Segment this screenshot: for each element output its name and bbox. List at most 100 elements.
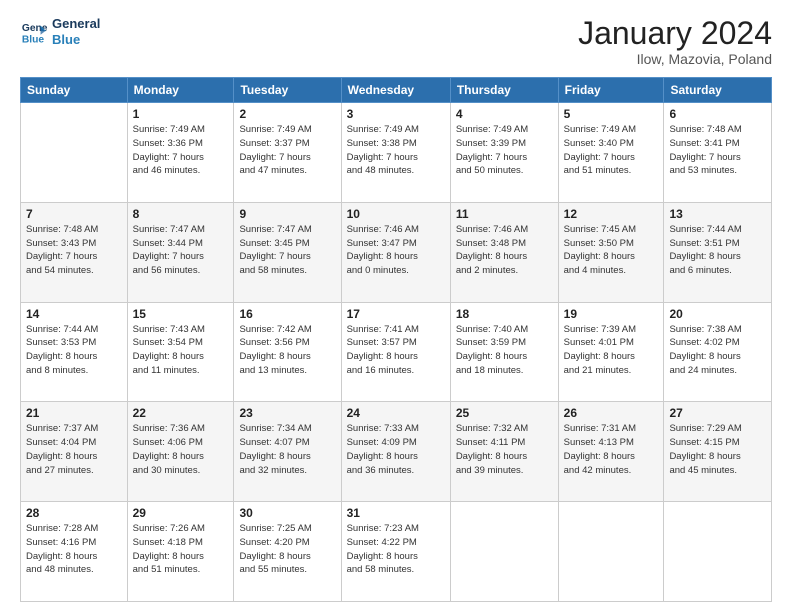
calendar-cell: 4 Sunrise: 7:49 AMSunset: 3:39 PMDaylight… <box>450 103 558 203</box>
day-number: 4 <box>456 107 553 121</box>
calendar-cell: 21Sunrise: 7:37 AMSunset: 4:04 PMDayligh… <box>21 402 128 502</box>
day-number: 15 <box>133 307 229 321</box>
calendar-week-row: 21Sunrise: 7:37 AMSunset: 4:04 PMDayligh… <box>21 402 772 502</box>
day-info: Sunrise: 7:41 AMSunset: 3:57 PMDaylight:… <box>347 323 445 378</box>
day-info: Sunrise: 7:49 AMSunset: 3:38 PMDaylight:… <box>347 123 445 178</box>
calendar-week-row: 28 Sunrise: 7:28 AMSunset: 4:16 PMDayligh… <box>21 502 772 602</box>
calendar-cell <box>558 502 664 602</box>
day-info: Sunrise: 7:38 AMSunset: 4:02 PMDaylight:… <box>669 323 766 378</box>
calendar-cell: 2Sunrise: 7:49 AMSunset: 3:37 PMDaylight… <box>234 103 341 203</box>
weekday-header-thursday: Thursday <box>450 78 558 103</box>
logo-line2: Blue <box>52 32 100 48</box>
calendar-cell <box>664 502 772 602</box>
day-number: 18 <box>456 307 553 321</box>
calendar-week-row: 1Sunrise: 7:49 AMSunset: 3:36 PMDaylight… <box>21 103 772 203</box>
calendar-cell: 22 Sunrise: 7:36 AMSunset: 4:06 PMDayligh… <box>127 402 234 502</box>
day-info: Sunrise: 7:32 AMSunset: 4:11 PMDaylight:… <box>456 422 553 477</box>
day-number: 27 <box>669 406 766 420</box>
svg-text:General: General <box>22 23 48 34</box>
day-number: 1 <box>133 107 229 121</box>
calendar-cell: 30 Sunrise: 7:25 AMSunset: 4:20 PMDayligh… <box>234 502 341 602</box>
calendar-week-row: 7 Sunrise: 7:48 AMSunset: 3:43 PMDaylight… <box>21 202 772 302</box>
calendar-cell: 16Sunrise: 7:42 AMSunset: 3:56 PMDayligh… <box>234 302 341 402</box>
calendar-cell: 17 Sunrise: 7:41 AMSunset: 3:57 PMDayligh… <box>341 302 450 402</box>
calendar-cell: 18 Sunrise: 7:40 AMSunset: 3:59 PMDayligh… <box>450 302 558 402</box>
calendar-cell: 19 Sunrise: 7:39 AMSunset: 4:01 PMDayligh… <box>558 302 664 402</box>
page: General Blue General Blue January 2024 I… <box>0 0 792 612</box>
calendar-cell: 24 Sunrise: 7:33 AMSunset: 4:09 PMDayligh… <box>341 402 450 502</box>
day-info: Sunrise: 7:26 AMSunset: 4:18 PMDaylight:… <box>133 522 229 577</box>
day-number: 3 <box>347 107 445 121</box>
calendar-cell: 11Sunrise: 7:46 AMSunset: 3:48 PMDayligh… <box>450 202 558 302</box>
calendar-cell: 8Sunrise: 7:47 AMSunset: 3:44 PMDaylight… <box>127 202 234 302</box>
day-info: Sunrise: 7:47 AMSunset: 3:45 PMDaylight:… <box>239 223 335 278</box>
day-number: 5 <box>564 107 659 121</box>
calendar-cell: 15Sunrise: 7:43 AMSunset: 3:54 PMDayligh… <box>127 302 234 402</box>
calendar-cell <box>21 103 128 203</box>
calendar-week-row: 14Sunrise: 7:44 AMSunset: 3:53 PMDayligh… <box>21 302 772 402</box>
day-info: Sunrise: 7:36 AMSunset: 4:06 PMDaylight:… <box>133 422 229 477</box>
day-number: 26 <box>564 406 659 420</box>
day-number: 12 <box>564 207 659 221</box>
day-number: 20 <box>669 307 766 321</box>
day-number: 13 <box>669 207 766 221</box>
calendar-table: SundayMondayTuesdayWednesdayThursdayFrid… <box>20 77 772 602</box>
weekday-header-row: SundayMondayTuesdayWednesdayThursdayFrid… <box>21 78 772 103</box>
calendar-cell: 13 Sunrise: 7:44 AMSunset: 3:51 PMDayligh… <box>664 202 772 302</box>
day-number: 6 <box>669 107 766 121</box>
day-number: 10 <box>347 207 445 221</box>
day-number: 28 <box>26 506 122 520</box>
day-info: Sunrise: 7:39 AMSunset: 4:01 PMDaylight:… <box>564 323 659 378</box>
day-info: Sunrise: 7:31 AMSunset: 4:13 PMDaylight:… <box>564 422 659 477</box>
day-number: 29 <box>133 506 229 520</box>
day-number: 25 <box>456 406 553 420</box>
day-info: Sunrise: 7:37 AMSunset: 4:04 PMDaylight:… <box>26 422 122 477</box>
day-number: 31 <box>347 506 445 520</box>
day-number: 22 <box>133 406 229 420</box>
calendar-cell: 9 Sunrise: 7:47 AMSunset: 3:45 PMDaylight… <box>234 202 341 302</box>
day-info: Sunrise: 7:46 AMSunset: 3:47 PMDaylight:… <box>347 223 445 278</box>
calendar-cell: 3 Sunrise: 7:49 AMSunset: 3:38 PMDaylight… <box>341 103 450 203</box>
day-info: Sunrise: 7:47 AMSunset: 3:44 PMDaylight:… <box>133 223 229 278</box>
logo-line1: General <box>52 16 100 32</box>
day-number: 7 <box>26 207 122 221</box>
title-block: January 2024 Ilow, Mazovia, Poland <box>578 16 772 67</box>
weekday-header-tuesday: Tuesday <box>234 78 341 103</box>
day-info: Sunrise: 7:28 AMSunset: 4:16 PMDaylight:… <box>26 522 122 577</box>
calendar-cell: 6Sunrise: 7:48 AMSunset: 3:41 PMDaylight… <box>664 103 772 203</box>
day-number: 30 <box>239 506 335 520</box>
day-number: 24 <box>347 406 445 420</box>
day-info: Sunrise: 7:49 AMSunset: 3:39 PMDaylight:… <box>456 123 553 178</box>
day-info: Sunrise: 7:48 AMSunset: 3:43 PMDaylight:… <box>26 223 122 278</box>
logo: General Blue General Blue <box>20 16 100 47</box>
weekday-header-saturday: Saturday <box>664 78 772 103</box>
day-info: Sunrise: 7:44 AMSunset: 3:51 PMDaylight:… <box>669 223 766 278</box>
weekday-header-monday: Monday <box>127 78 234 103</box>
month-title: January 2024 <box>578 16 772 51</box>
weekday-header-friday: Friday <box>558 78 664 103</box>
day-number: 9 <box>239 207 335 221</box>
day-info: Sunrise: 7:29 AMSunset: 4:15 PMDaylight:… <box>669 422 766 477</box>
weekday-header-sunday: Sunday <box>21 78 128 103</box>
day-number: 14 <box>26 307 122 321</box>
day-number: 17 <box>347 307 445 321</box>
day-info: Sunrise: 7:25 AMSunset: 4:20 PMDaylight:… <box>239 522 335 577</box>
calendar-cell: 28 Sunrise: 7:28 AMSunset: 4:16 PMDayligh… <box>21 502 128 602</box>
calendar-cell: 23Sunrise: 7:34 AMSunset: 4:07 PMDayligh… <box>234 402 341 502</box>
weekday-header-wednesday: Wednesday <box>341 78 450 103</box>
calendar-cell: 31 Sunrise: 7:23 AMSunset: 4:22 PMDayligh… <box>341 502 450 602</box>
day-number: 19 <box>564 307 659 321</box>
day-info: Sunrise: 7:23 AMSunset: 4:22 PMDaylight:… <box>347 522 445 577</box>
day-number: 11 <box>456 207 553 221</box>
day-number: 16 <box>239 307 335 321</box>
day-info: Sunrise: 7:40 AMSunset: 3:59 PMDaylight:… <box>456 323 553 378</box>
logo-icon: General Blue <box>20 18 48 46</box>
calendar-cell: 20 Sunrise: 7:38 AMSunset: 4:02 PMDayligh… <box>664 302 772 402</box>
calendar-cell: 29 Sunrise: 7:26 AMSunset: 4:18 PMDayligh… <box>127 502 234 602</box>
calendar-cell: 5Sunrise: 7:49 AMSunset: 3:40 PMDaylight… <box>558 103 664 203</box>
svg-text:Blue: Blue <box>22 34 45 45</box>
calendar-cell: 1Sunrise: 7:49 AMSunset: 3:36 PMDaylight… <box>127 103 234 203</box>
day-info: Sunrise: 7:33 AMSunset: 4:09 PMDaylight:… <box>347 422 445 477</box>
day-info: Sunrise: 7:34 AMSunset: 4:07 PMDaylight:… <box>239 422 335 477</box>
day-number: 2 <box>239 107 335 121</box>
